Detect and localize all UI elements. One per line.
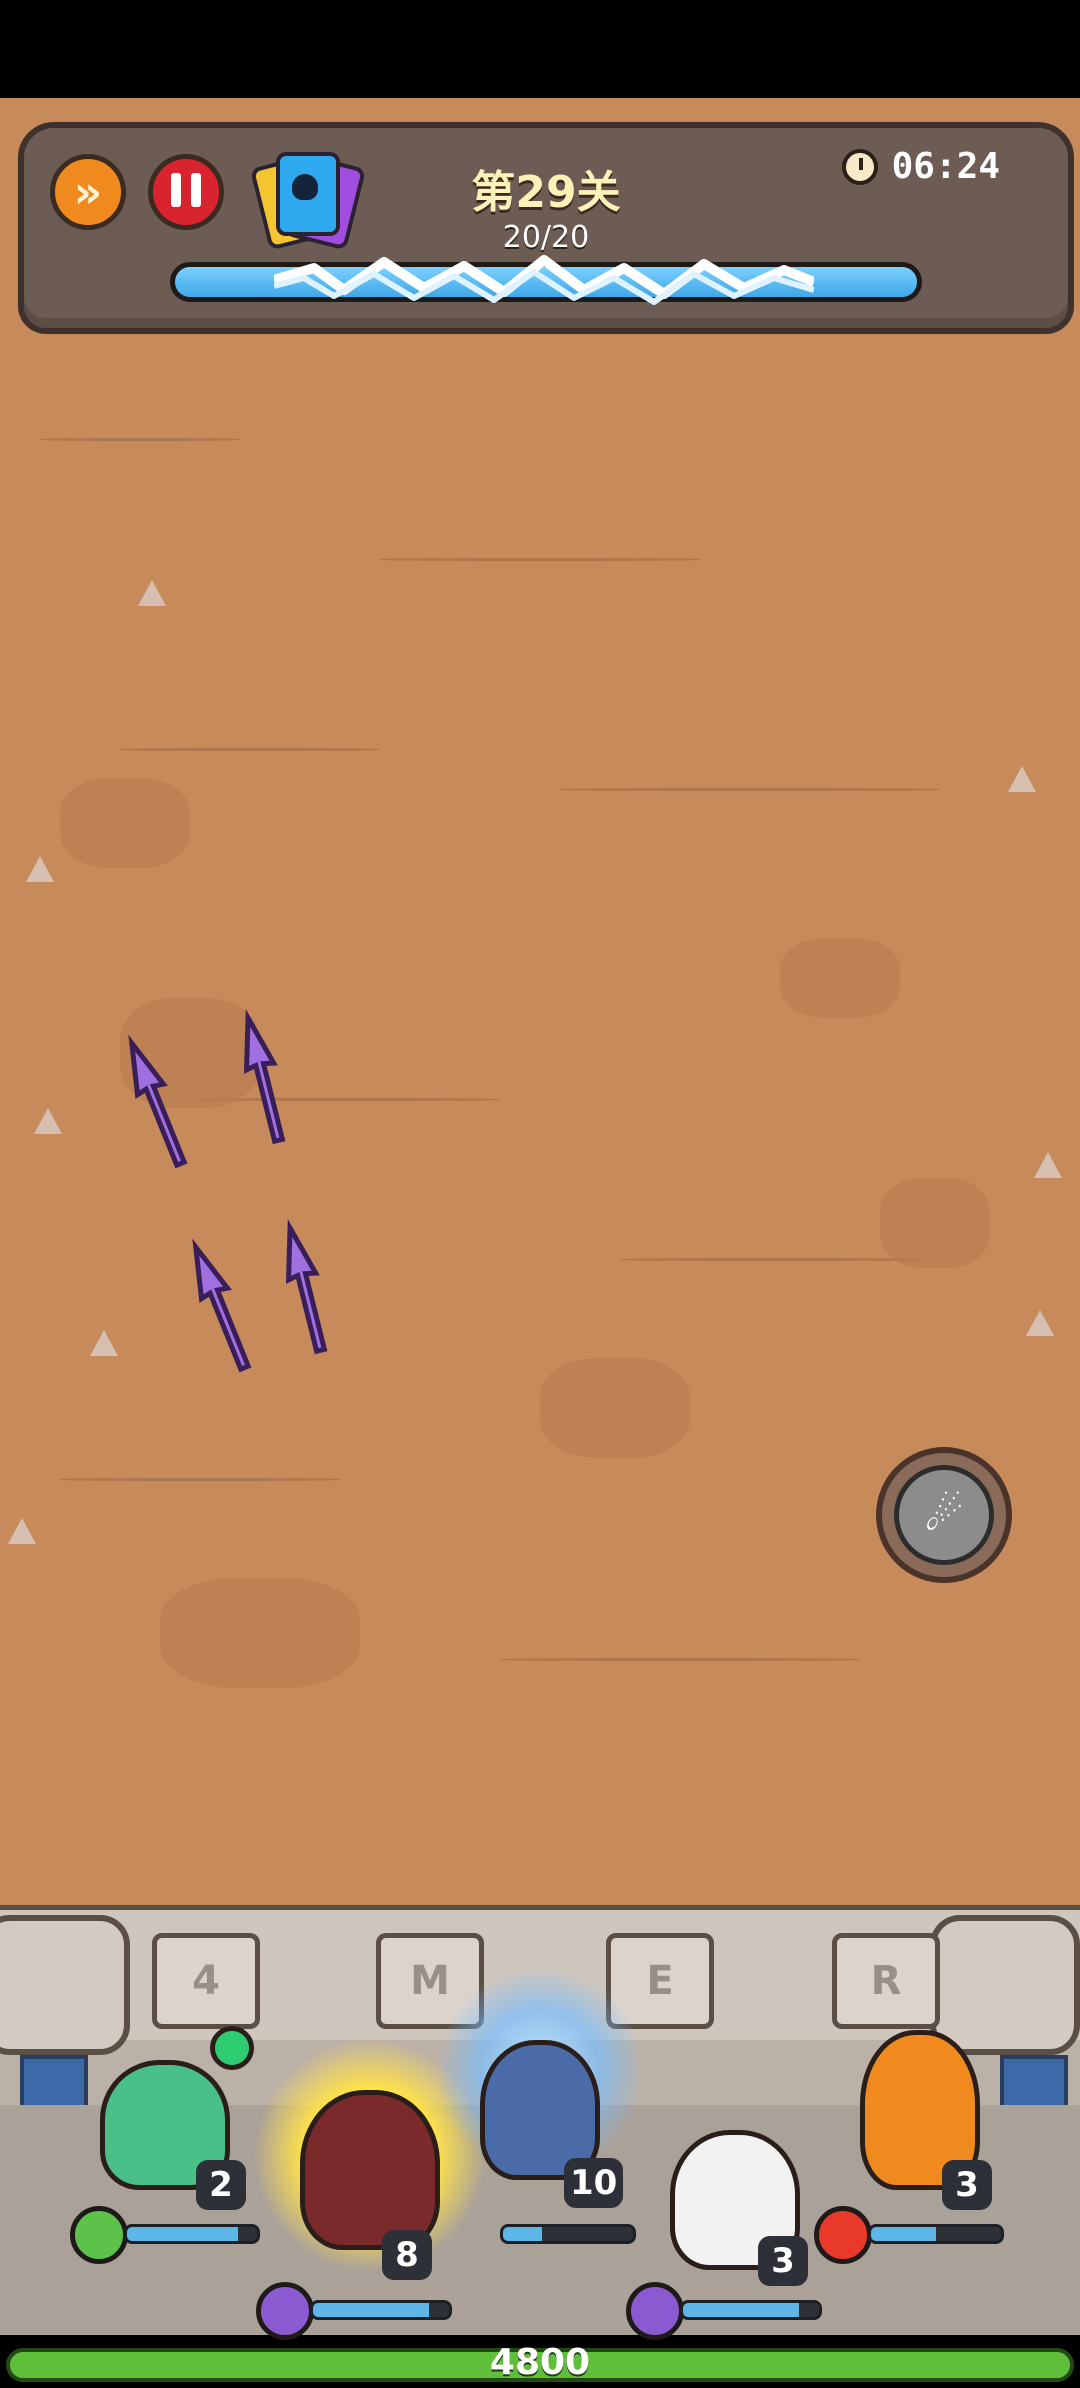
hero-hp-fill	[871, 2227, 936, 2241]
hero-hp-bar	[500, 2224, 636, 2244]
hero-hp-fill	[683, 2303, 799, 2317]
hero-blue-elf[interactable]: 10	[440, 1960, 640, 2210]
hero-fire[interactable]: 3	[820, 2010, 1020, 2210]
hero-hp-fill	[313, 2303, 429, 2317]
staff-gem-icon	[210, 2026, 254, 2070]
purple-arrow-icon	[128, 1034, 188, 1169]
rock	[8, 1518, 36, 1544]
hero-green-bird[interactable]: 2	[60, 2010, 260, 2210]
wind-slash-icon: ☄	[894, 1465, 994, 1565]
wall-glyph: R	[870, 1958, 902, 2004]
ground-crack	[500, 1658, 860, 1661]
purple-arrow-icon	[243, 1008, 286, 1145]
hero-level-badge: 2	[196, 2160, 246, 2210]
hero-hp-bar	[124, 2224, 260, 2244]
hero-level-badge: 8	[382, 2230, 432, 2280]
wind-element-icon	[70, 2206, 128, 2264]
hero-sprite	[300, 2090, 440, 2250]
hero-white-elder[interactable]: 3	[640, 2120, 840, 2286]
wall-glyph: 4	[192, 1958, 220, 2004]
hero-hp-bar	[310, 2300, 452, 2320]
hero-hp-fill	[503, 2227, 542, 2241]
wall-glyph: E	[646, 1958, 674, 2004]
bottom-bar	[0, 2384, 1080, 2388]
hero-level-badge: 3	[942, 2160, 992, 2210]
hero-level-badge: 10	[564, 2158, 624, 2208]
hero-hp-fill	[127, 2227, 238, 2241]
projectile-layer	[128, 1008, 328, 1373]
hero-level-badge: 3	[758, 2236, 808, 2286]
base-hp-value: 4800	[489, 2342, 591, 2383]
fire-element-icon	[814, 2206, 872, 2264]
ground-patch	[160, 1578, 360, 1688]
arcane-element-icon	[626, 2282, 684, 2340]
hero-hp-bar	[680, 2300, 822, 2320]
purple-arrow-icon	[285, 1218, 328, 1355]
arcane-element-icon	[256, 2282, 314, 2340]
hero-hp-bar	[868, 2224, 1004, 2244]
skill-button[interactable]: ☄	[876, 1447, 1012, 1583]
purple-arrow-icon	[192, 1238, 252, 1373]
